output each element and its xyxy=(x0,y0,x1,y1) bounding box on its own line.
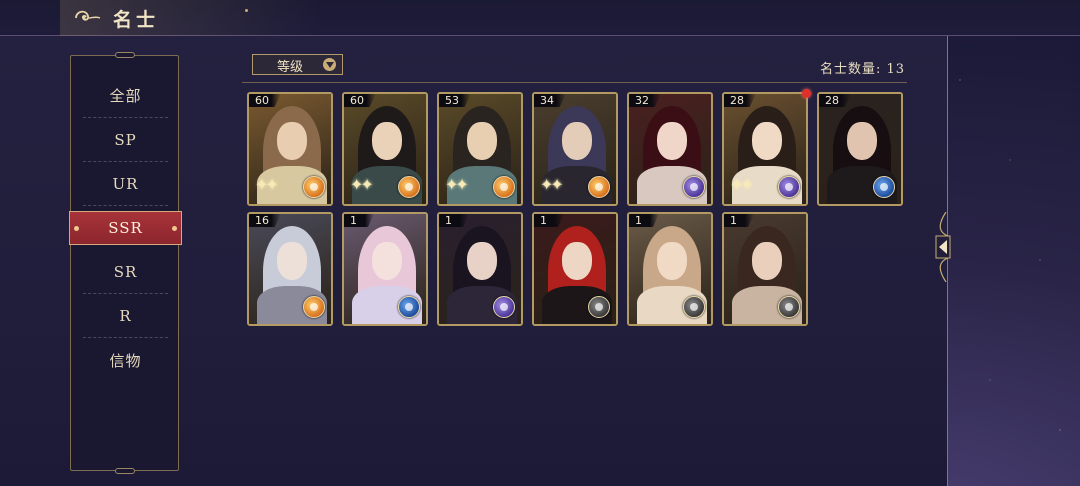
sidebar-item-ur[interactable]: UR xyxy=(83,162,168,206)
divider-ornament-left xyxy=(245,9,248,12)
portrait-face xyxy=(467,242,497,280)
header-bar: 名士 xyxy=(0,0,1080,36)
sparkle-icon: ✦✦ xyxy=(255,175,279,194)
portrait-face xyxy=(467,122,497,160)
sidebar-item-label: UR xyxy=(112,174,139,193)
sparkle-icon: ✦✦ xyxy=(730,175,754,194)
sort-dropdown[interactable]: 等级 xyxy=(252,54,343,75)
hero-count-label: 名士数量: 13 xyxy=(820,62,906,77)
element-orange-icon xyxy=(493,176,515,198)
sidebar-item-r[interactable]: R xyxy=(83,294,168,338)
element-purple-icon xyxy=(683,176,705,198)
sidebar-item-token[interactable]: 信物 xyxy=(83,338,168,382)
hero-card[interactable]: 1 xyxy=(342,212,428,326)
hero-card[interactable]: 1 xyxy=(627,212,713,326)
element-orange-icon xyxy=(398,176,420,198)
element-gray-icon xyxy=(683,296,705,318)
sidebar-item-sr[interactable]: SR xyxy=(83,250,168,294)
hero-card[interactable]: 32 xyxy=(627,92,713,206)
portrait-face xyxy=(657,242,687,280)
sidebar-item-label: 信物 xyxy=(109,351,142,370)
portrait-face xyxy=(372,242,402,280)
portrait-face xyxy=(562,242,592,280)
sidebar-item-label: SR xyxy=(113,262,138,281)
sparkle-icon: ✦✦ xyxy=(445,175,469,194)
sparkle-icon: ✦✦ xyxy=(540,175,564,194)
sidebar-top-ornament xyxy=(115,52,135,58)
hero-card[interactable]: ✦✦ 28 xyxy=(722,92,808,206)
collapse-arrow-icon[interactable] xyxy=(932,212,954,282)
portrait-face xyxy=(847,122,877,160)
sidebar-item-label: SSR xyxy=(108,219,143,237)
portrait-face xyxy=(752,242,782,280)
element-orange-icon xyxy=(303,296,325,318)
sparkle-icon: ✦✦ xyxy=(350,175,374,194)
filter-divider xyxy=(242,82,907,83)
element-orange-icon xyxy=(588,176,610,198)
sidebar-bottom-ornament xyxy=(115,468,135,474)
portrait-face xyxy=(277,242,307,280)
element-orange-icon xyxy=(303,176,325,198)
page-title: 名士 xyxy=(113,9,160,31)
back-swirl-icon[interactable] xyxy=(72,7,102,29)
hero-card[interactable]: ✦✦ 34 xyxy=(532,92,618,206)
notification-dot xyxy=(802,89,811,98)
element-purple-icon xyxy=(493,296,515,318)
active-marker-left xyxy=(74,226,79,231)
hero-card[interactable]: ✦✦ 53 xyxy=(437,92,523,206)
hero-card[interactable]: ✦✦ 60 xyxy=(247,92,333,206)
portrait-face xyxy=(562,122,592,160)
hero-card[interactable]: ✦✦ 60 xyxy=(342,92,428,206)
portrait-face xyxy=(657,122,687,160)
sidebar-item-label: 全部 xyxy=(109,87,142,105)
active-marker-right xyxy=(172,226,177,231)
element-gray-icon xyxy=(588,296,610,318)
category-sidebar: 全部 SP UR SSR SR R 信物 xyxy=(69,52,182,474)
element-purple-icon xyxy=(778,176,800,198)
sidebar-item-label: R xyxy=(119,306,132,325)
hero-card[interactable]: 28 xyxy=(817,92,903,206)
hero-card[interactable]: 1 xyxy=(532,212,618,326)
hero-card[interactable]: 1 xyxy=(437,212,523,326)
sidebar-item-ssr[interactable]: SSR xyxy=(69,211,182,245)
sidebar-item-sp[interactable]: SP xyxy=(83,118,168,162)
hero-card[interactable]: 16 xyxy=(247,212,333,326)
sidebar-item-all[interactable]: 全部 xyxy=(83,74,168,118)
portrait-face xyxy=(277,122,307,160)
element-gray-icon xyxy=(778,296,800,318)
element-blue-icon xyxy=(873,176,895,198)
sidebar-item-label: SP xyxy=(114,130,137,149)
portrait-face xyxy=(372,122,402,160)
sort-dropdown-label: 等级 xyxy=(277,60,304,75)
portrait-face xyxy=(752,122,782,160)
chevron-down-icon xyxy=(323,58,336,71)
element-blue-icon xyxy=(398,296,420,318)
hero-card[interactable]: 1 xyxy=(722,212,808,326)
